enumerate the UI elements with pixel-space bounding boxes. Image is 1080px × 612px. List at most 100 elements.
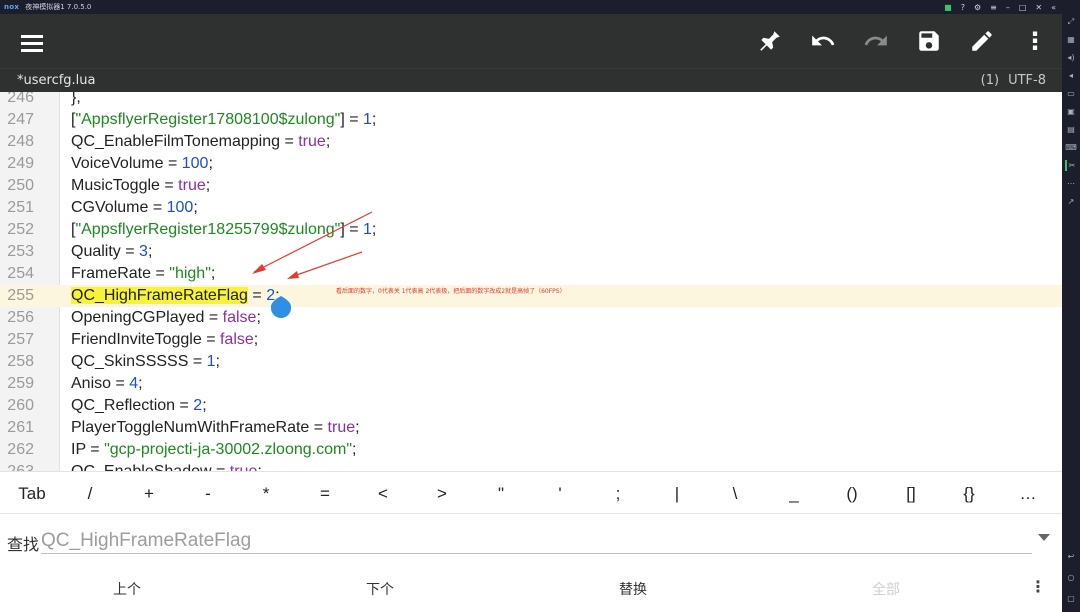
hamburger-menu-icon[interactable] [15,24,49,58]
code-line[interactable]: 257 FriendInviteToggle = false; [0,329,1062,351]
back-icon[interactable]: ↩ [1065,551,1077,562]
code-line[interactable]: 253 Quality = 3; [0,241,1062,263]
line-number: 253 [7,243,34,260]
line-number: 250 [7,177,34,194]
code-text: ["AppsflyerRegister17808100$zulong"] = 1… [71,109,376,131]
code-line[interactable]: 247 ["AppsflyerRegister17808100$zulong"] … [0,109,1062,131]
symbol-key[interactable]: / [70,484,110,504]
code-token: ; [138,375,143,392]
pin-icon[interactable] [753,24,787,58]
code-line[interactable]: 251 CGVolume = 100; [0,197,1062,219]
find-more-icon[interactable]: ⋮ [1030,577,1046,596]
replace-all-button[interactable]: 全部 [841,579,931,599]
menu-icon[interactable]: ≡ [990,3,997,12]
code-line[interactable]: 258 QC_SkinSSSSS = 1; [0,351,1062,373]
code-token: ; [352,441,357,458]
recents-icon[interactable]: ▢ [1065,593,1077,604]
code-token: true [298,133,326,150]
more-dots-icon[interactable]: ⋯ [1065,178,1077,189]
code-token: ] = [340,221,364,238]
find-options-dropdown-icon[interactable] [1038,534,1050,541]
code-token: ; [257,463,261,471]
symbol-key[interactable]: = [305,484,345,504]
code-line[interactable]: 254 FrameRate = "high"; [0,263,1062,285]
help-icon[interactable]: ? [961,3,965,12]
more-vert-icon[interactable]: ⋮ [1018,24,1052,58]
symbol-key[interactable]: ' [540,484,580,504]
fullscreen-icon[interactable]: ⤢ [1065,16,1077,27]
code-line[interactable]: 248 QC_EnableFilmTonemapping = true; [0,131,1062,153]
replace-button[interactable]: 替换 [588,579,678,599]
file-tab-name[interactable]: *usercfg.lua [17,73,96,88]
find-next-button[interactable]: 下个 [335,579,425,599]
code-token: ; [210,265,216,282]
symbol-key[interactable]: < [363,484,403,504]
symbol-key[interactable]: … [1008,484,1048,504]
save-icon[interactable] [912,24,946,58]
symbol-key[interactable]: > [422,484,462,504]
maximize-icon[interactable]: □ [1019,3,1027,12]
code-line[interactable]: 262 IP = "gcp-projecti-ja-30002.zloong.co… [0,439,1062,461]
emulator-window-controls: ■ ? ⚙ ≡ – □ ✕ « [944,0,1056,14]
shared-folder-icon[interactable]: ▤ [1065,124,1077,135]
symbol-key[interactable]: _ [774,484,814,504]
emulator-title: 夜神模拟器1 7.0.5.0 [25,3,92,11]
symbol-key[interactable]: | [657,484,697,504]
code-text: MusicToggle = true; [71,175,210,197]
encoding-label[interactable]: UTF-8 [1008,73,1046,88]
code-token: QC_Reflection = [71,397,194,414]
close-icon[interactable]: ✕ [1035,3,1042,12]
apk-install-icon[interactable]: ▣ [1065,106,1077,117]
keyboard-icon[interactable]: ⌨ [1065,142,1077,153]
code-text: QC_Reflection = 2; [71,395,207,417]
symbol-key[interactable]: [] [891,484,931,504]
code-line[interactable]: 250 MusicToggle = true; [0,175,1062,197]
screenshot-icon[interactable]: ▦ [1065,34,1077,45]
settings-icon[interactable]: ⚙ [974,3,981,12]
text-cursor-handle[interactable] [270,292,292,318]
code-token: true [230,463,258,471]
symbol-key[interactable]: ; [598,484,638,504]
edit-pencil-icon[interactable] [965,24,999,58]
code-token: ] = [340,111,364,128]
code-token: 4 [129,375,139,392]
symbol-key[interactable]: " [481,484,521,504]
code-editor[interactable]: 246}, 247 ["AppsflyerRegister17808100$zulo… [0,92,1062,471]
code-line[interactable]: 246}, [0,92,1062,109]
symbol-key[interactable]: \ [715,484,755,504]
line-number: 247 [7,111,34,128]
symbol-key[interactable]: * [246,484,286,504]
find-prev-button[interactable]: 上个 [82,579,172,599]
code-line[interactable]: 263 QC_EnableShadow = true; [0,461,1062,471]
redo-icon[interactable] [859,24,893,58]
code-token: ; [325,133,331,150]
monitor-icon[interactable]: ▭ [1065,88,1077,99]
code-token: ; [256,309,261,326]
code-line[interactable]: 256 OpeningCGPlayed = false; [0,307,1062,329]
home-icon[interactable]: ○ [1065,572,1077,583]
code-line[interactable]: 261 PlayerToggleNumWithFrameRate = true; [0,417,1062,439]
collapse-sidebar-icon[interactable]: « [1051,3,1056,12]
code-text: QC_EnableFilmTonemapping = true; [71,131,330,153]
minimize-icon[interactable]: – [1006,3,1010,12]
symbol-key[interactable]: + [129,484,169,504]
app-center-icon[interactable]: ■ [944,3,952,12]
volume-up-icon[interactable]: ◂) [1065,52,1077,63]
code-line[interactable]: 252 ["AppsflyerRegister18255799$zulong"] … [0,219,1062,241]
code-line[interactable]: 259 Aniso = 4; [0,373,1062,395]
symbol-key[interactable]: - [188,484,228,504]
code-text: FrameRate = "high"; [71,263,215,285]
symbol-key[interactable]: Tab [12,484,52,504]
code-line[interactable]: 249 VoiceVolume = 100; [0,153,1062,175]
line-number: 256 [7,309,34,326]
symbol-key[interactable]: () [832,484,872,504]
external-link-icon[interactable]: ↗ [1065,196,1077,207]
find-input[interactable] [41,528,1032,554]
symbol-key[interactable]: {} [949,484,989,504]
code-text: Aniso = 4; [71,373,143,395]
volume-down-icon[interactable]: ◂ [1065,70,1077,81]
scissors-icon[interactable]: ✂ [1065,160,1077,171]
undo-icon[interactable] [806,24,840,58]
search-match: QC_HighFrameRateFlag [71,287,248,304]
code-line[interactable]: 260 QC_Reflection = 2; [0,395,1062,417]
